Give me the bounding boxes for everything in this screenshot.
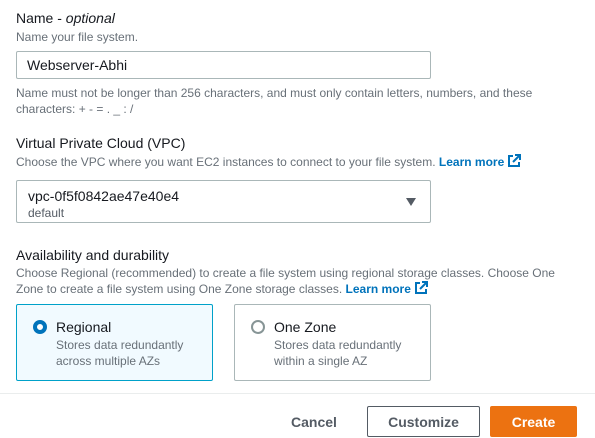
availability-description: Choose Regional (recommended) to create … — [16, 265, 586, 299]
name-constraint: Name must not be longer than 256 charact… — [16, 85, 576, 117]
vpc-label: Virtual Private Cloud (VPC) — [16, 135, 186, 151]
vpc-select-subtext: default — [28, 206, 65, 220]
availability-label: Availability and durability — [16, 247, 170, 263]
vpc-learn-more-link[interactable]: Learn more — [438, 154, 522, 172]
one-zone-desc-line1: Stores data redundantly — [274, 338, 402, 352]
name-description: Name your file system. — [16, 30, 139, 44]
footer-divider — [0, 393, 595, 394]
customize-button[interactable]: Customize — [367, 406, 480, 437]
vpc-description-text: Choose the VPC where you want EC2 instan… — [16, 155, 436, 169]
one-zone-title: One Zone — [274, 319, 337, 335]
regional-desc-line1: Stores data redundantly — [56, 338, 184, 352]
vpc-select[interactable]: vpc-0f5f0842ae47e40e4 default — [16, 180, 431, 223]
regional-description: Stores data redundantly across multiple … — [56, 337, 206, 369]
one-zone-desc-line2: within a single AZ — [274, 354, 368, 368]
availability-learn-more-text: Learn more — [345, 282, 411, 296]
availability-learn-more-link[interactable]: Learn more — [345, 281, 428, 299]
external-link-icon — [507, 154, 522, 172]
cancel-button[interactable]: Cancel — [276, 406, 352, 437]
regional-option-tile[interactable]: Regional Stores data redundantly across … — [16, 304, 213, 381]
regional-title: Regional — [56, 319, 112, 335]
caret-down-icon — [406, 198, 416, 206]
create-file-system-dialog: Name - optional Name your file system. N… — [0, 0, 595, 438]
external-link-icon — [414, 281, 428, 299]
name-label-text: Name - — [16, 10, 66, 26]
vpc-learn-more-text: Learn more — [438, 155, 505, 169]
name-constraint-line2: characters: + - = . _ : / — [16, 102, 134, 116]
regional-desc-line2: across multiple AZs — [56, 354, 161, 368]
name-label: Name - optional — [16, 10, 115, 26]
one-zone-option-tile[interactable]: One Zone Stores data redundantly within … — [234, 304, 431, 381]
regional-radio[interactable] — [33, 320, 47, 334]
one-zone-description: Stores data redundantly within a single … — [274, 337, 424, 369]
optional-tag: optional — [65, 10, 115, 26]
one-zone-radio[interactable] — [251, 320, 265, 334]
availability-description-line1: Choose Regional (recommended) to create … — [16, 266, 555, 280]
vpc-select-value: vpc-0f5f0842ae47e40e4 — [28, 188, 180, 204]
availability-description-line2: Zone to create a file system using One Z… — [16, 281, 586, 299]
name-constraint-line1: Name must not be longer than 256 charact… — [16, 86, 533, 100]
availability-description-line2-text: Zone to create a file system using One Z… — [16, 282, 343, 296]
vpc-description: Choose the VPC where you want EC2 instan… — [16, 154, 586, 172]
name-input[interactable] — [16, 51, 431, 79]
create-button[interactable]: Create — [490, 406, 577, 437]
